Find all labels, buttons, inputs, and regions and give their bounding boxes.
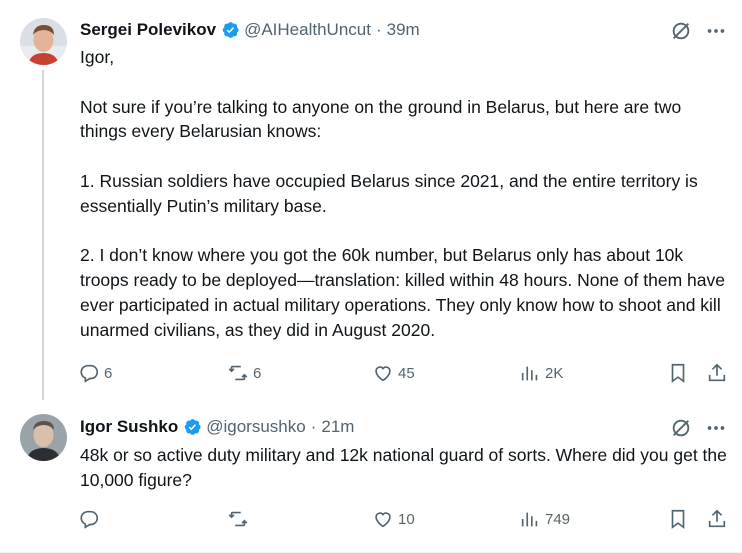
avatar[interactable]: [20, 18, 67, 65]
tweet-paragraph: 48k or so active duty military and 12k n…: [80, 445, 727, 490]
grok-icon[interactable]: [670, 417, 692, 439]
views-count: 2K: [545, 364, 564, 382]
author-name[interactable]: Sergei Polevikov: [80, 20, 216, 40]
retweet-icon: [228, 365, 248, 381]
action-bar: 10 749: [78, 508, 728, 532]
tweet-header: Igor Sushko @igorsushko · 21m: [80, 417, 354, 437]
separator-dot: ·: [375, 20, 382, 39]
retweet-button[interactable]: 6: [227, 362, 261, 384]
separator-dot: ·: [310, 417, 317, 436]
tweet[interactable]: Sergei Polevikov @AIHealthUncut · 39m Ig…: [0, 0, 742, 400]
thread-line: [42, 70, 44, 400]
avatar[interactable]: [20, 414, 67, 461]
grok-icon[interactable]: [670, 20, 692, 42]
tweet-paragraph: 1. Russian soldiers have occupied Belaru…: [80, 170, 698, 216]
share-icon: [708, 363, 726, 382]
share-icon: [708, 509, 726, 528]
tweet-paragraph: 2. I don’t know where you got the 60k nu…: [80, 245, 725, 340]
tweet-header: Sergei Polevikov @AIHealthUncut · 39m: [80, 20, 420, 40]
like-icon: [375, 366, 391, 382]
timestamp[interactable]: 21m: [321, 417, 354, 437]
bookmark-button[interactable]: [667, 362, 689, 384]
action-bar: 6 6 45 2K: [78, 362, 728, 386]
like-button[interactable]: 10: [372, 508, 415, 530]
like-count: 45: [398, 364, 415, 382]
reply-icon: [80, 364, 99, 383]
tweet-paragraph: Igor,: [80, 47, 115, 67]
reply-icon: [80, 510, 99, 529]
tweet-paragraph: Not sure if you’re talking to anyone on …: [80, 96, 682, 142]
retweet-count: 6: [253, 364, 262, 382]
reply-button[interactable]: 6: [78, 362, 112, 384]
bookmark-icon: [671, 363, 685, 383]
author-handle[interactable]: @igorsushko: [206, 417, 305, 437]
like-icon: [375, 512, 391, 528]
verified-badge-icon: [220, 20, 240, 40]
views-button[interactable]: 749: [519, 508, 570, 530]
like-count: 10: [398, 510, 415, 528]
views-count: 749: [545, 510, 571, 528]
verified-badge-icon: [182, 417, 202, 437]
more-icon[interactable]: [705, 417, 727, 439]
bookmark-button[interactable]: [667, 508, 689, 530]
bookmark-icon: [671, 509, 685, 529]
tweet[interactable]: Igor Sushko @igorsushko · 21m 48k or so …: [0, 400, 742, 553]
tweet-text: 48k or so active duty military and 12k n…: [80, 443, 730, 493]
author-handle[interactable]: @AIHealthUncut: [244, 20, 371, 40]
like-button[interactable]: 45: [372, 362, 415, 384]
reply-count: 6: [104, 364, 113, 382]
retweet-button[interactable]: [227, 508, 253, 530]
tweet-text: Igor, Not sure if you’re talking to anyo…: [80, 45, 730, 343]
views-icon: [521, 512, 538, 527]
retweet-icon: [228, 511, 248, 527]
more-icon[interactable]: [705, 20, 727, 42]
reply-button[interactable]: [78, 508, 104, 530]
views-icon: [521, 366, 538, 381]
views-button[interactable]: 2K: [519, 362, 563, 384]
share-button[interactable]: [706, 508, 728, 530]
author-name[interactable]: Igor Sushko: [80, 417, 178, 437]
share-button[interactable]: [706, 362, 728, 384]
timestamp[interactable]: 39m: [387, 20, 420, 40]
